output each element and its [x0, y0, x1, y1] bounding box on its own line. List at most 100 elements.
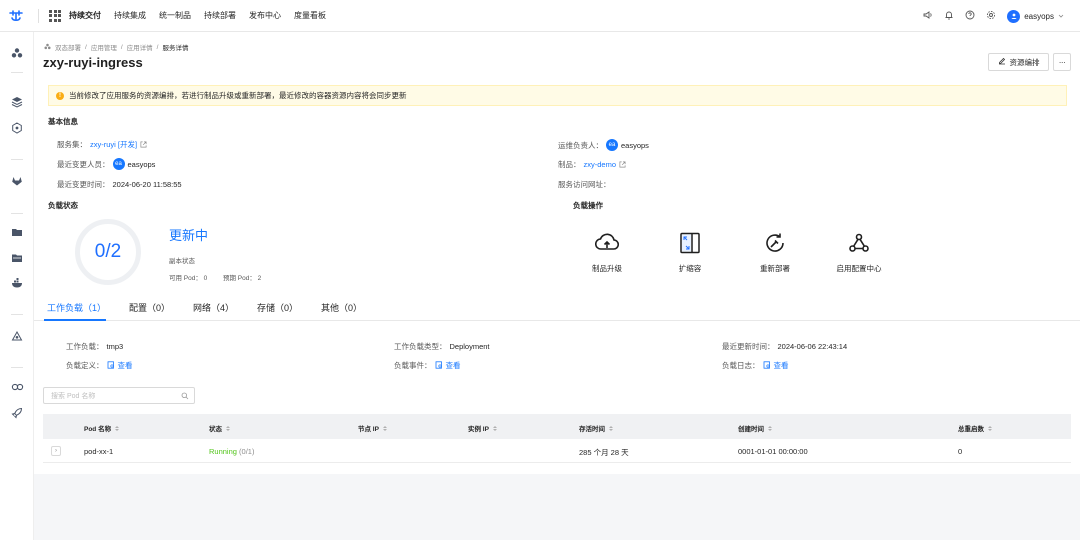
gear-icon[interactable]: [986, 10, 996, 22]
artifact-field: 制品： zxy-demo: [558, 159, 626, 170]
column-label: 总重启数: [958, 426, 984, 433]
nav-item-unified-artifacts[interactable]: 统一制品: [159, 10, 191, 21]
scale-label: 扩缩容: [678, 264, 702, 273]
artifact-link[interactable]: zxy-demo: [584, 160, 617, 169]
link-icon[interactable]: [10, 380, 24, 394]
edit-icon: [998, 57, 1006, 67]
user-menu[interactable]: easyops: [1007, 9, 1064, 23]
view-doc-icon: [107, 360, 115, 371]
column-header-pod-name[interactable]: Pod 名称: [84, 423, 120, 433]
avatar: ea: [112, 158, 125, 170]
sort-icon[interactable]: [382, 425, 387, 431]
artifact-upgrade-label: 制品升级: [592, 264, 622, 273]
resource-edit-button[interactable]: 资源编排: [988, 53, 1049, 71]
cluster-icon[interactable]: [10, 46, 24, 60]
created-cell: 0001-01-01 00:00:00: [738, 447, 808, 456]
layers-icon[interactable]: [10, 95, 24, 109]
ops-owner-label: 运维负责人：: [558, 140, 603, 150]
detail-tabs: 工作负载（1） 配置（0） 网络（4） 存储（0） 其他（0）: [34, 297, 1080, 321]
help-icon[interactable]: [965, 10, 975, 22]
app-grid-icon[interactable]: [49, 9, 61, 22]
more-button[interactable]: ···: [1053, 53, 1071, 71]
divider: [11, 213, 23, 214]
sort-icon[interactable]: [115, 425, 120, 431]
workload-updated-label: 最近更新时间：: [722, 342, 775, 351]
search-icon[interactable]: [181, 392, 189, 402]
sort-icon[interactable]: [768, 425, 772, 431]
workload-type-value: Deployment: [449, 342, 490, 351]
load-status-heading: 负载状态: [48, 201, 78, 210]
redeploy-button[interactable]: 重新部署: [740, 231, 810, 274]
resource-edit-label: 资源编排: [1009, 57, 1040, 67]
artifact-upgrade-button[interactable]: 制品升级: [572, 231, 642, 274]
breadcrumb-item[interactable]: 应用管理: [91, 42, 117, 52]
nav-item-release-center[interactable]: 发布中心: [249, 10, 281, 21]
tab-network[interactable]: 网络（4）: [193, 301, 234, 314]
view-logs-link[interactable]: 查看: [774, 360, 789, 371]
product-logo-icon[interactable]: [0, 0, 32, 32]
column-header-instance-ip[interactable]: 实例 IP: [468, 423, 497, 433]
column-header-node-ip[interactable]: 节点 IP: [358, 423, 387, 433]
service-set-label: 服务集：: [57, 140, 87, 149]
sort-icon[interactable]: [988, 425, 992, 431]
external-link-icon[interactable]: [619, 161, 626, 168]
bell-icon[interactable]: [944, 10, 954, 22]
sort-icon[interactable]: [226, 425, 230, 431]
external-link-icon[interactable]: [140, 141, 147, 148]
column-header-restarts[interactable]: 总重启数: [958, 423, 992, 433]
service-set-link[interactable]: zxy-ruyi [开发]: [90, 139, 137, 150]
tab-config[interactable]: 配置（0）: [129, 301, 170, 314]
top-bar: 持续交付 持续集成 统一制品 持续部署 发布中心 度量看板 easyops: [0, 0, 1080, 32]
nav-item-metrics-dashboard[interactable]: 度量看板: [294, 10, 326, 21]
breadcrumb-separator: /: [120, 43, 123, 51]
tab-workload[interactable]: 工作负载（1）: [47, 301, 106, 314]
cluster-icon: [44, 43, 51, 52]
workload-updated-field: 最近更新时间： 2024-06-06 22:43:14: [722, 341, 847, 352]
column-header-status[interactable]: 状态: [209, 423, 230, 433]
column-header-created[interactable]: 创建时间: [738, 423, 772, 433]
top-nav: 持续交付 持续集成 统一制品 持续部署 发布中心 度量看板: [69, 10, 326, 21]
warning-alert: ! 当前修改了应用服务的资源编排，若进行制品升级或重新部署，最近修改的容器资源内…: [48, 85, 1067, 106]
pod-status: Running: [209, 447, 237, 456]
basic-info-heading: 基本信息: [48, 117, 78, 126]
view-events-link[interactable]: 查看: [446, 360, 461, 371]
table-row[interactable]: › pod-xx-1 Running (0/1) 285 个月 28 天 000…: [43, 439, 1071, 463]
column-label: Pod 名称: [84, 426, 112, 433]
sort-icon[interactable]: [609, 425, 613, 431]
breadcrumb-separator: /: [156, 43, 159, 51]
speaker-icon[interactable]: [923, 10, 933, 22]
tab-storage[interactable]: 存储（0）: [257, 301, 298, 314]
deploy-triangle-icon[interactable]: [10, 329, 24, 343]
last-changer-label: 最近变更人员：: [57, 159, 110, 169]
docker-icon[interactable]: [10, 276, 24, 290]
access-url-field: 服务访问网址：: [558, 179, 611, 190]
nav-item-continuous-delivery[interactable]: 持续交付: [69, 10, 101, 21]
breadcrumb-item[interactable]: 双态部署: [55, 42, 81, 52]
breadcrumb-current: 服务详情: [162, 45, 189, 52]
enable-config-center-button[interactable]: 启用配置中心: [824, 231, 894, 274]
view-definition-link[interactable]: 查看: [118, 360, 133, 371]
nav-item-continuous-deployment[interactable]: 持续部署: [204, 10, 236, 21]
breadcrumb: 双态部署 / 应用管理 / 应用详情 / 服务详情: [44, 42, 188, 52]
last-change-time-value: 2024-06-20 11:58:55: [112, 180, 182, 189]
pod-search-input[interactable]: 搜索 Pod 名称: [43, 387, 195, 404]
divider: [11, 72, 23, 73]
expand-row-icon[interactable]: ›: [51, 446, 61, 456]
rocket-icon[interactable]: [10, 406, 24, 420]
workload-updated-value: 2024-06-06 22:43:14: [777, 342, 848, 351]
scale-button[interactable]: 扩缩容: [655, 231, 725, 274]
hexagon-icon[interactable]: [10, 121, 24, 135]
column-header-age[interactable]: 存活时间: [579, 423, 613, 433]
folder-icon[interactable]: [10, 225, 24, 239]
load-state: 更新中: [169, 228, 209, 243]
breadcrumb-item[interactable]: 应用详情: [127, 42, 153, 52]
page-title: zxy-ruyi-ingress: [43, 55, 143, 70]
sort-icon[interactable]: [492, 425, 497, 431]
enable-config-center-label: 启用配置中心: [836, 264, 882, 273]
nav-item-continuous-integration[interactable]: 持续集成: [114, 10, 146, 21]
tab-other[interactable]: 其他（0）: [321, 301, 362, 314]
last-change-time-label: 最近变更时间：: [57, 180, 110, 189]
sidebar: [0, 32, 34, 540]
folder-stack-icon[interactable]: [10, 251, 24, 265]
gitlab-icon[interactable]: [10, 174, 24, 188]
